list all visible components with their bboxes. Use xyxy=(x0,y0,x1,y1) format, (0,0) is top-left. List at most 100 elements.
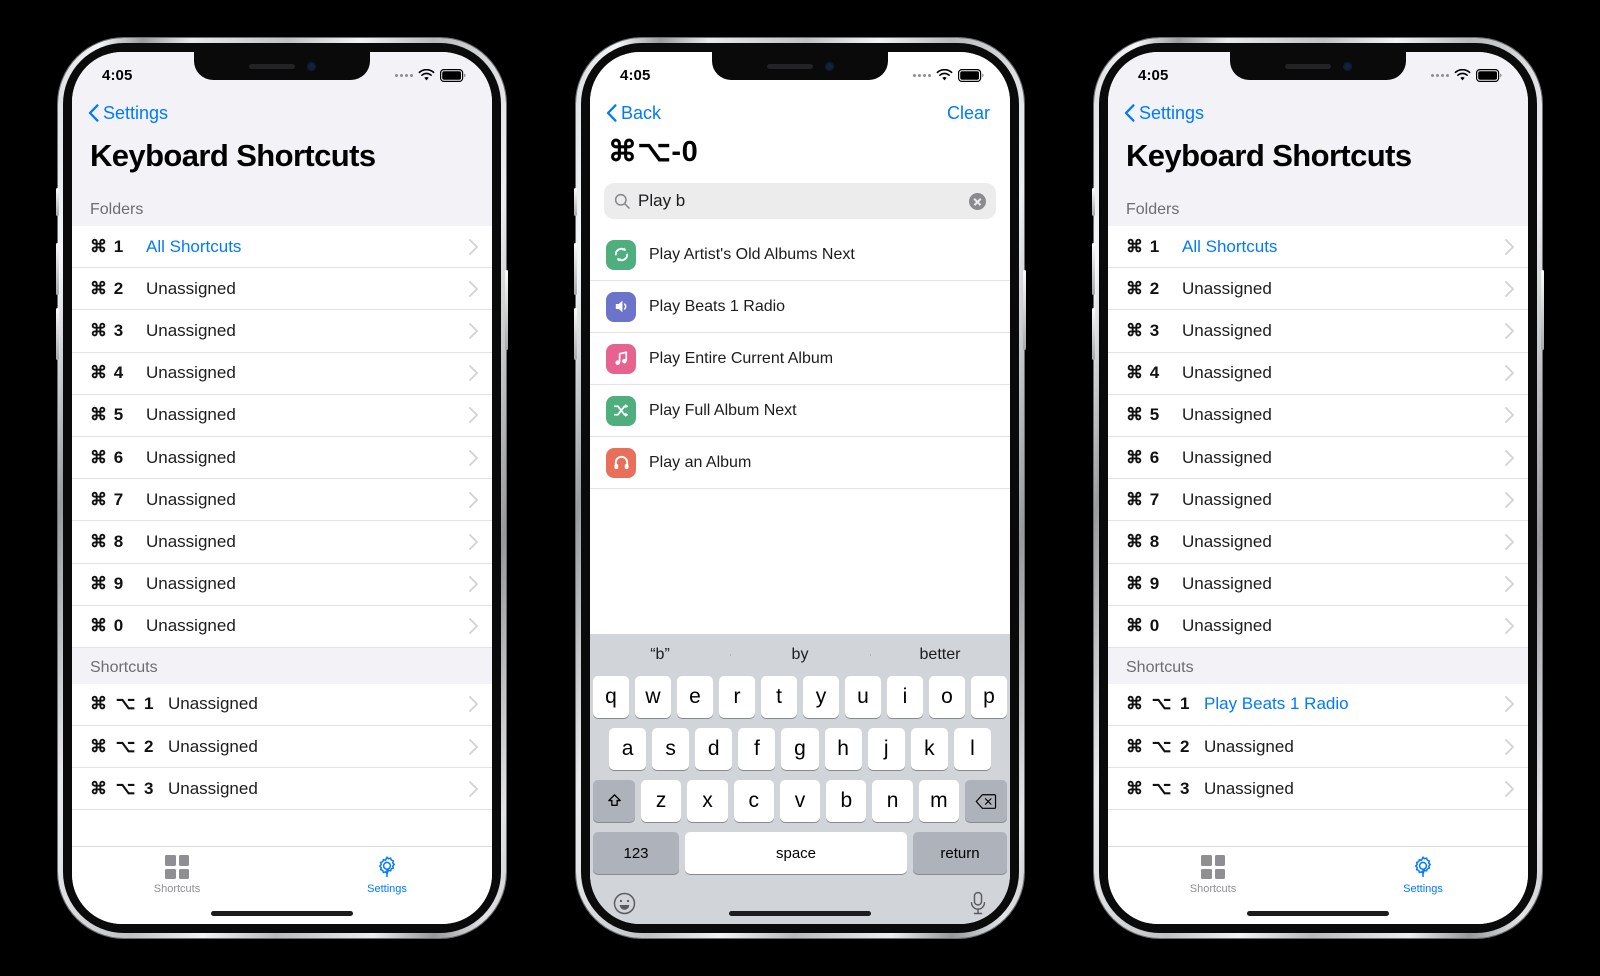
clear-button[interactable]: Clear xyxy=(947,103,990,124)
search-field[interactable]: Play b xyxy=(604,183,996,219)
suggestion-item[interactable]: “b” xyxy=(590,646,730,664)
table-row[interactable]: ⌘ 5 Unassigned xyxy=(72,394,492,437)
power-button[interactable] xyxy=(505,270,508,350)
table-row[interactable]: ⌘ 7 Unassigned xyxy=(72,479,492,522)
key-s[interactable]: s xyxy=(652,728,690,770)
key-l[interactable]: l xyxy=(953,728,991,770)
list-item[interactable]: Play Entire Current Album xyxy=(590,333,1010,385)
folders-list: ⌘ 1 All Shortcuts ⌘ 2 Unassigned ⌘ 3 Unassi… xyxy=(72,226,492,648)
table-row[interactable]: ⌘ 9 Unassigned xyxy=(72,563,492,606)
key-v[interactable]: v xyxy=(779,780,821,822)
key-c[interactable]: c xyxy=(733,780,774,822)
silence-switch[interactable] xyxy=(1092,188,1095,216)
back-button[interactable]: Back xyxy=(606,103,661,124)
home-indicator[interactable] xyxy=(729,911,871,916)
suggestion-item[interactable]: better xyxy=(870,646,1010,664)
table-row[interactable]: ⌘ 2 Unassigned xyxy=(1108,268,1528,311)
return-key[interactable]: return xyxy=(913,832,1007,874)
tab-shortcuts[interactable]: Shortcuts xyxy=(1108,855,1318,895)
tab-label: Shortcuts xyxy=(1189,883,1237,895)
table-row[interactable]: ⌘ 4 Unassigned xyxy=(1108,352,1528,395)
table-row[interactable]: ⌘ 0 Unassigned xyxy=(1108,605,1528,648)
shift-key[interactable] xyxy=(593,780,636,822)
table-row[interactable]: ⌘ ⌥ 1 Play Beats 1 Radio xyxy=(1108,683,1528,727)
table-row[interactable]: ⌘ 5 Unassigned xyxy=(1108,394,1528,437)
table-row[interactable]: ⌘ ⌥ 1 Unassigned xyxy=(72,683,492,727)
table-row[interactable]: ⌘ 9 Unassigned xyxy=(1108,563,1528,606)
table-row[interactable]: ⌘ 2 Unassigned xyxy=(72,268,492,311)
back-button[interactable]: Settings xyxy=(1124,103,1204,124)
key-u[interactable]: u xyxy=(845,676,881,718)
key-f[interactable]: f xyxy=(738,728,776,770)
silence-switch[interactable] xyxy=(56,188,59,216)
key-t[interactable]: t xyxy=(761,676,797,718)
table-row[interactable]: ⌘ 8 Unassigned xyxy=(1108,521,1528,564)
volume-down-button[interactable] xyxy=(56,308,59,360)
key-w[interactable]: w xyxy=(635,676,671,718)
front-camera-icon xyxy=(824,61,834,71)
table-row[interactable]: ⌘ 6 Unassigned xyxy=(72,436,492,480)
list-item[interactable]: Play Beats 1 Radio xyxy=(590,281,1010,333)
key-j[interactable]: j xyxy=(867,728,905,770)
key-o[interactable]: o xyxy=(929,676,965,718)
key-h[interactable]: h xyxy=(824,728,862,770)
chevron-right-icon xyxy=(1505,696,1514,713)
key-b[interactable]: b xyxy=(826,780,867,822)
table-row[interactable]: ⌘ ⌥ 3 Unassigned xyxy=(1108,768,1528,811)
key-k[interactable]: k xyxy=(910,728,948,770)
clear-search-icon[interactable] xyxy=(969,192,986,210)
key-r[interactable]: r xyxy=(719,676,755,718)
list-item[interactable]: Play Artist's Old Albums Next xyxy=(590,229,1010,281)
back-button[interactable]: Settings xyxy=(88,103,168,124)
search-input[interactable]: Play b xyxy=(638,191,961,211)
table-row[interactable]: ⌘ ⌥ 2 Unassigned xyxy=(1108,726,1528,769)
home-indicator[interactable] xyxy=(211,911,353,916)
suggestion-item[interactable]: by xyxy=(730,646,870,664)
numeric-key[interactable]: 123 xyxy=(593,832,679,874)
emoji-icon[interactable] xyxy=(612,891,637,916)
backspace-key[interactable] xyxy=(964,780,1007,822)
row-keys: ⌘ 4 xyxy=(1126,363,1161,383)
table-row[interactable]: ⌘ ⌥ 2 Unassigned xyxy=(72,726,492,769)
volume-up-button[interactable] xyxy=(574,243,577,295)
key-a[interactable]: a xyxy=(609,728,647,770)
volume-down-button[interactable] xyxy=(1092,308,1095,360)
table-row[interactable]: ⌘ 0 Unassigned xyxy=(72,605,492,648)
tab-settings[interactable]: Settings xyxy=(1318,855,1528,895)
key-m[interactable]: m xyxy=(918,780,959,822)
key-g[interactable]: g xyxy=(781,728,819,770)
table-row[interactable]: ⌘ 1 All Shortcuts xyxy=(72,226,492,269)
space-key[interactable]: space xyxy=(685,832,907,874)
microphone-icon[interactable] xyxy=(968,891,988,916)
volume-up-button[interactable] xyxy=(1092,243,1095,295)
key-i[interactable]: i xyxy=(887,676,923,718)
volume-up-button[interactable] xyxy=(56,243,59,295)
key-d[interactable]: d xyxy=(695,728,733,770)
home-indicator[interactable] xyxy=(1247,911,1389,916)
table-row[interactable]: ⌘ 1 All Shortcuts xyxy=(1108,226,1528,269)
power-button[interactable] xyxy=(1023,270,1026,350)
key-e[interactable]: e xyxy=(677,676,713,718)
key-p[interactable]: p xyxy=(971,676,1007,718)
table-row[interactable]: ⌘ 3 Unassigned xyxy=(1108,310,1528,353)
table-row[interactable]: ⌘ 8 Unassigned xyxy=(72,521,492,564)
key-q[interactable]: q xyxy=(593,676,629,718)
key-n[interactable]: n xyxy=(872,780,913,822)
list-item[interactable]: Play Full Album Next xyxy=(590,385,1010,437)
table-row[interactable]: ⌘ 3 Unassigned xyxy=(72,310,492,353)
power-button[interactable] xyxy=(1541,270,1544,350)
key-x[interactable]: x xyxy=(687,780,728,822)
list-item[interactable]: Play an Album xyxy=(590,437,1010,489)
row-label: Unassigned xyxy=(168,736,258,756)
key-y[interactable]: y xyxy=(803,676,839,718)
table-row[interactable]: ⌘ 7 Unassigned xyxy=(1108,479,1528,522)
table-row[interactable]: ⌘ ⌥ 3 Unassigned xyxy=(72,768,492,811)
key-z[interactable]: z xyxy=(641,780,682,822)
silence-switch[interactable] xyxy=(574,188,577,216)
music-note-icon xyxy=(606,343,636,374)
table-row[interactable]: ⌘ 4 Unassigned xyxy=(72,352,492,395)
tab-settings[interactable]: Settings xyxy=(282,855,492,895)
tab-shortcuts[interactable]: Shortcuts xyxy=(72,855,282,895)
volume-down-button[interactable] xyxy=(574,308,577,360)
table-row[interactable]: ⌘ 6 Unassigned xyxy=(1108,436,1528,480)
